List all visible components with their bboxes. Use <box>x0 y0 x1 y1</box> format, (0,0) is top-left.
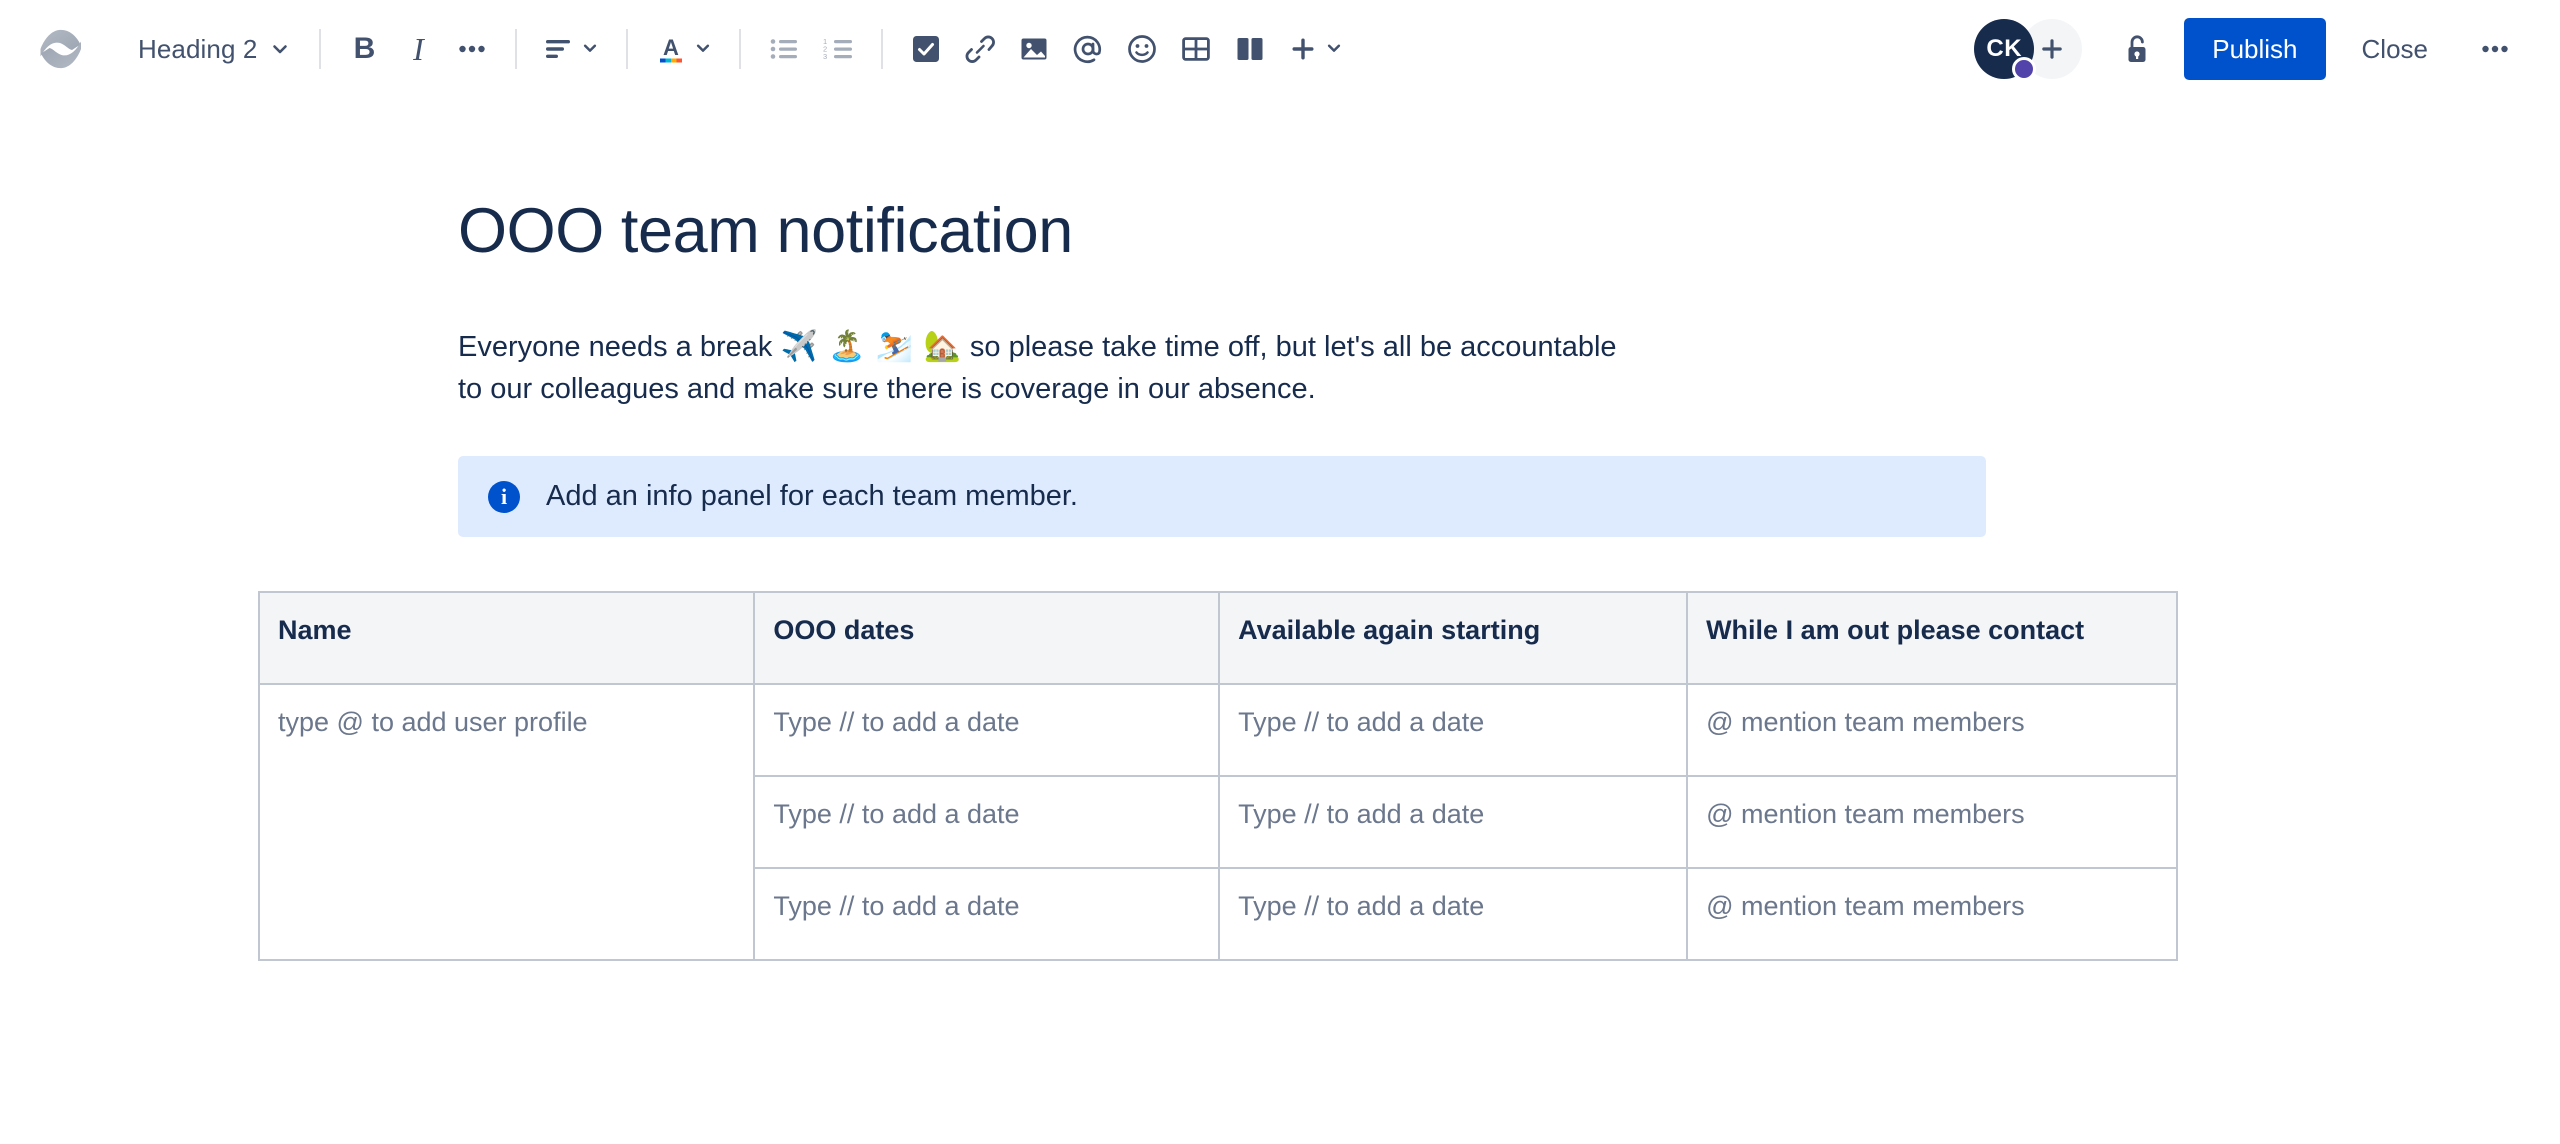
text-color-button[interactable]: A <box>644 22 723 76</box>
cell-available-again[interactable]: Type // to add a date <box>1218 867 1689 962</box>
emoji-smiley-icon <box>1128 35 1157 63</box>
task-checkbox-button[interactable] <box>899 22 953 76</box>
table-row: type @ to add user profile Type // to ad… <box>257 683 2178 962</box>
table-icon <box>1182 37 1211 61</box>
toolbar-divider <box>319 29 322 69</box>
close-button[interactable]: Close <box>2338 18 2452 80</box>
link-button[interactable] <box>953 22 1007 76</box>
editor-toolbar: Heading 2 B I A 1 2 3 CK Publish Close <box>0 0 2560 98</box>
column-header-available-again[interactable]: Available again starting <box>1218 591 1689 686</box>
chevron-down-icon <box>1326 40 1344 58</box>
more-actions-button[interactable] <box>2466 20 2524 78</box>
toolbar-divider <box>739 29 742 69</box>
publish-button[interactable]: Publish <box>2184 18 2326 80</box>
plus-icon <box>1292 38 1314 60</box>
column-header-name[interactable]: Name <box>257 591 756 686</box>
cell-ooo-dates[interactable]: Type // to add a date <box>753 775 1221 870</box>
table-header-row: Name OOO dates Available again starting … <box>257 591 2178 686</box>
two-column-layout-icon <box>1237 38 1263 60</box>
block-type-label: Heading 2 <box>138 33 258 64</box>
emoji-button[interactable] <box>1115 22 1169 76</box>
svg-text:A: A <box>663 35 679 60</box>
toolbar-divider <box>626 29 629 69</box>
layout-button[interactable] <box>1223 22 1277 76</box>
image-icon <box>1021 38 1047 60</box>
table-wrapper: Name OOO dates Available again starting … <box>257 591 2178 962</box>
italic-button[interactable]: I <box>391 22 445 76</box>
bold-label: B <box>353 32 376 65</box>
cell-contact[interactable]: @ mention team members <box>1686 867 2178 962</box>
document-content: OOO team notification Everyone needs a b… <box>257 196 2178 962</box>
info-panel-text: Add an info panel for each team member. <box>546 480 1078 513</box>
confluence-logo-icon[interactable] <box>30 18 92 80</box>
unlock-padlock-icon <box>2128 35 2146 62</box>
mention-button[interactable] <box>1061 22 1115 76</box>
intro-paragraph[interactable]: Everyone needs a break ✈️ 🏝️ ⛷️ 🏡 so ple… <box>258 325 1638 411</box>
text-align-button[interactable] <box>533 22 610 76</box>
bold-button[interactable]: B <box>337 22 391 76</box>
block-type-dropdown[interactable]: Heading 2 <box>120 21 303 77</box>
page-title[interactable]: OOO team notification <box>258 196 2028 267</box>
toolbar-divider <box>515 29 518 69</box>
bullet-list-button[interactable] <box>757 22 811 76</box>
text-color-icon: A <box>660 35 683 63</box>
more-formatting-button[interactable] <box>445 22 499 76</box>
info-circle-icon: i <box>488 480 520 513</box>
insert-more-button[interactable] <box>1277 22 1354 76</box>
cell-available-again[interactable]: Type // to add a date <box>1218 683 1689 778</box>
numbered-list-icon: 1 2 3 <box>823 38 853 60</box>
column-header-ooo-dates[interactable]: OOO dates <box>753 591 1221 686</box>
bullet-list-icon <box>771 39 798 59</box>
chevron-down-icon <box>271 40 289 58</box>
task-checkbox-icon <box>913 36 940 62</box>
toolbar-right-cluster: CK Publish Close <box>1974 18 2524 81</box>
cell-ooo-dates[interactable]: Type // to add a date <box>753 683 1221 778</box>
collaborator-avatars: CK <box>1974 19 2083 81</box>
text-align-icon <box>546 40 571 58</box>
link-icon <box>966 35 996 63</box>
chevron-down-icon <box>695 40 713 58</box>
cell-contact[interactable]: @ mention team members <box>1686 775 2178 870</box>
ooo-table[interactable]: Name OOO dates Available again starting … <box>257 591 2178 962</box>
plus-icon <box>2042 39 2062 59</box>
vacation-emojis: ✈️ 🏝️ ⛷️ 🏡 <box>780 329 962 363</box>
cell-name[interactable]: type @ to add user profile <box>257 683 756 962</box>
svg-text:3: 3 <box>823 52 827 60</box>
chevron-down-icon <box>582 40 600 58</box>
italic-label: I <box>413 31 424 67</box>
table-button[interactable] <box>1169 22 1223 76</box>
avatar-presence-badge <box>2012 57 2037 81</box>
column-header-contact[interactable]: While I am out please contact <box>1686 591 2178 686</box>
image-button[interactable] <box>1007 22 1061 76</box>
toolbar-divider <box>881 29 884 69</box>
avatar[interactable]: CK <box>1974 19 2037 81</box>
editor-canvas: OOO team notification Everyone needs a b… <box>0 98 2560 962</box>
cell-available-again[interactable]: Type // to add a date <box>1218 775 1689 870</box>
paragraph-text-before: Everyone needs a break <box>458 330 781 363</box>
mention-at-icon <box>1074 35 1102 64</box>
numbered-list-button[interactable]: 1 2 3 <box>811 22 865 76</box>
restrictions-button[interactable] <box>2108 20 2166 78</box>
info-panel[interactable]: i Add an info panel for each team member… <box>458 456 1986 538</box>
cell-ooo-dates[interactable]: Type // to add a date <box>753 867 1221 962</box>
cell-contact[interactable]: @ mention team members <box>1686 683 2178 778</box>
